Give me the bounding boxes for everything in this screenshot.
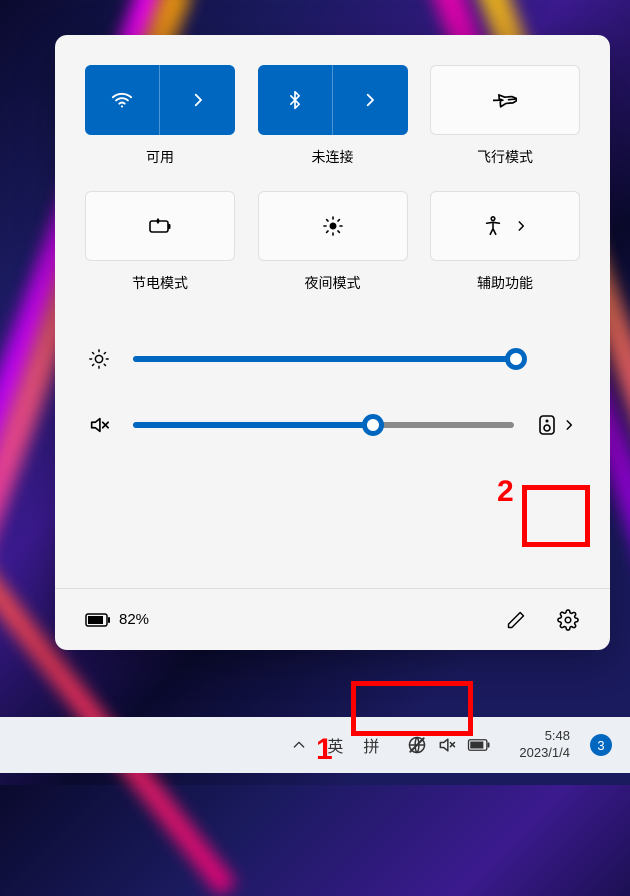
accessibility-icon — [482, 215, 504, 237]
brightness-slider-thumb[interactable] — [505, 348, 527, 370]
volume-slider-row — [85, 412, 580, 438]
brightness-slider[interactable] — [133, 356, 516, 362]
accessibility-label: 辅助功能 — [477, 273, 533, 293]
battery-saver-tile[interactable] — [85, 191, 235, 261]
quick-settings-panel: 可用 未连接 — [55, 35, 610, 650]
footer-actions — [504, 608, 580, 632]
sliders-section — [85, 348, 580, 480]
bluetooth-toggle[interactable] — [258, 65, 333, 135]
brightness-icon — [85, 348, 113, 370]
taskbar: 英 拼 5:48 2023/1/4 3 — [0, 717, 630, 773]
airplane-icon — [493, 88, 517, 112]
chevron-right-icon — [189, 91, 207, 109]
audio-output-icon — [538, 414, 556, 436]
ime-mode[interactable]: 拼 — [363, 733, 379, 757]
pencil-icon — [506, 610, 526, 630]
notification-badge[interactable]: 3 — [590, 734, 612, 756]
taskbar-time: 5:48 — [545, 728, 570, 745]
night-light-label: 夜间模式 — [305, 273, 361, 293]
taskbar-date: 2023/1/4 — [519, 745, 570, 762]
bluetooth-tile[interactable] — [258, 65, 408, 135]
wifi-toggle[interactable] — [85, 65, 160, 135]
volume-slider-thumb[interactable] — [362, 414, 384, 436]
system-tray[interactable] — [399, 731, 499, 759]
volume-slider[interactable] — [133, 422, 514, 428]
panel-footer: 82% — [55, 588, 610, 650]
airplane-tile-wrap: 飞行模式 — [430, 65, 580, 167]
accessibility-tile[interactable] — [430, 191, 580, 261]
wifi-tile-wrap: 可用 — [85, 65, 235, 167]
wifi-tile[interactable] — [85, 65, 235, 135]
bluetooth-expand[interactable] — [333, 65, 408, 135]
chevron-right-icon — [562, 418, 576, 432]
night-light-icon — [321, 214, 345, 238]
chevron-right-icon — [361, 91, 379, 109]
volume-mute-tray-icon — [437, 735, 457, 755]
battery-tray-icon — [467, 738, 491, 752]
volume-mute-icon[interactable] — [85, 414, 113, 436]
quick-settings-row-2: 节电模式 夜间模式 辅助功能 — [85, 191, 580, 293]
battery-status[interactable]: 82% — [85, 611, 149, 628]
wifi-label: 可用 — [146, 147, 174, 167]
wifi-icon — [111, 89, 133, 111]
wifi-expand[interactable] — [160, 65, 235, 135]
quick-settings-row-1: 可用 未连接 — [85, 65, 580, 167]
bluetooth-icon — [285, 90, 305, 110]
bluetooth-label: 未连接 — [312, 147, 354, 167]
battery-percent-text: 82% — [119, 611, 149, 628]
tray-expand-chevron[interactable] — [291, 737, 307, 753]
edit-button[interactable] — [504, 608, 528, 632]
battery-saver-icon — [146, 216, 174, 236]
battery-saver-tile-wrap: 节电模式 — [85, 191, 235, 293]
network-disabled-icon — [407, 735, 427, 755]
accessibility-tile-wrap: 辅助功能 — [430, 191, 580, 293]
settings-button[interactable] — [556, 608, 580, 632]
airplane-label: 飞行模式 — [477, 147, 533, 167]
battery-saver-label: 节电模式 — [132, 273, 188, 293]
brightness-slider-row — [85, 348, 580, 370]
audio-output-button[interactable] — [534, 412, 580, 438]
night-light-tile-wrap: 夜间模式 — [258, 191, 408, 293]
airplane-tile[interactable] — [430, 65, 580, 135]
chevron-right-icon — [514, 219, 528, 233]
night-light-tile[interactable] — [258, 191, 408, 261]
ime-language[interactable]: 英 — [327, 733, 343, 757]
chevron-up-icon — [291, 737, 307, 753]
gear-icon — [557, 609, 579, 631]
taskbar-clock[interactable]: 5:48 2023/1/4 — [519, 728, 570, 762]
battery-icon — [85, 612, 111, 628]
bluetooth-tile-wrap: 未连接 — [258, 65, 408, 167]
